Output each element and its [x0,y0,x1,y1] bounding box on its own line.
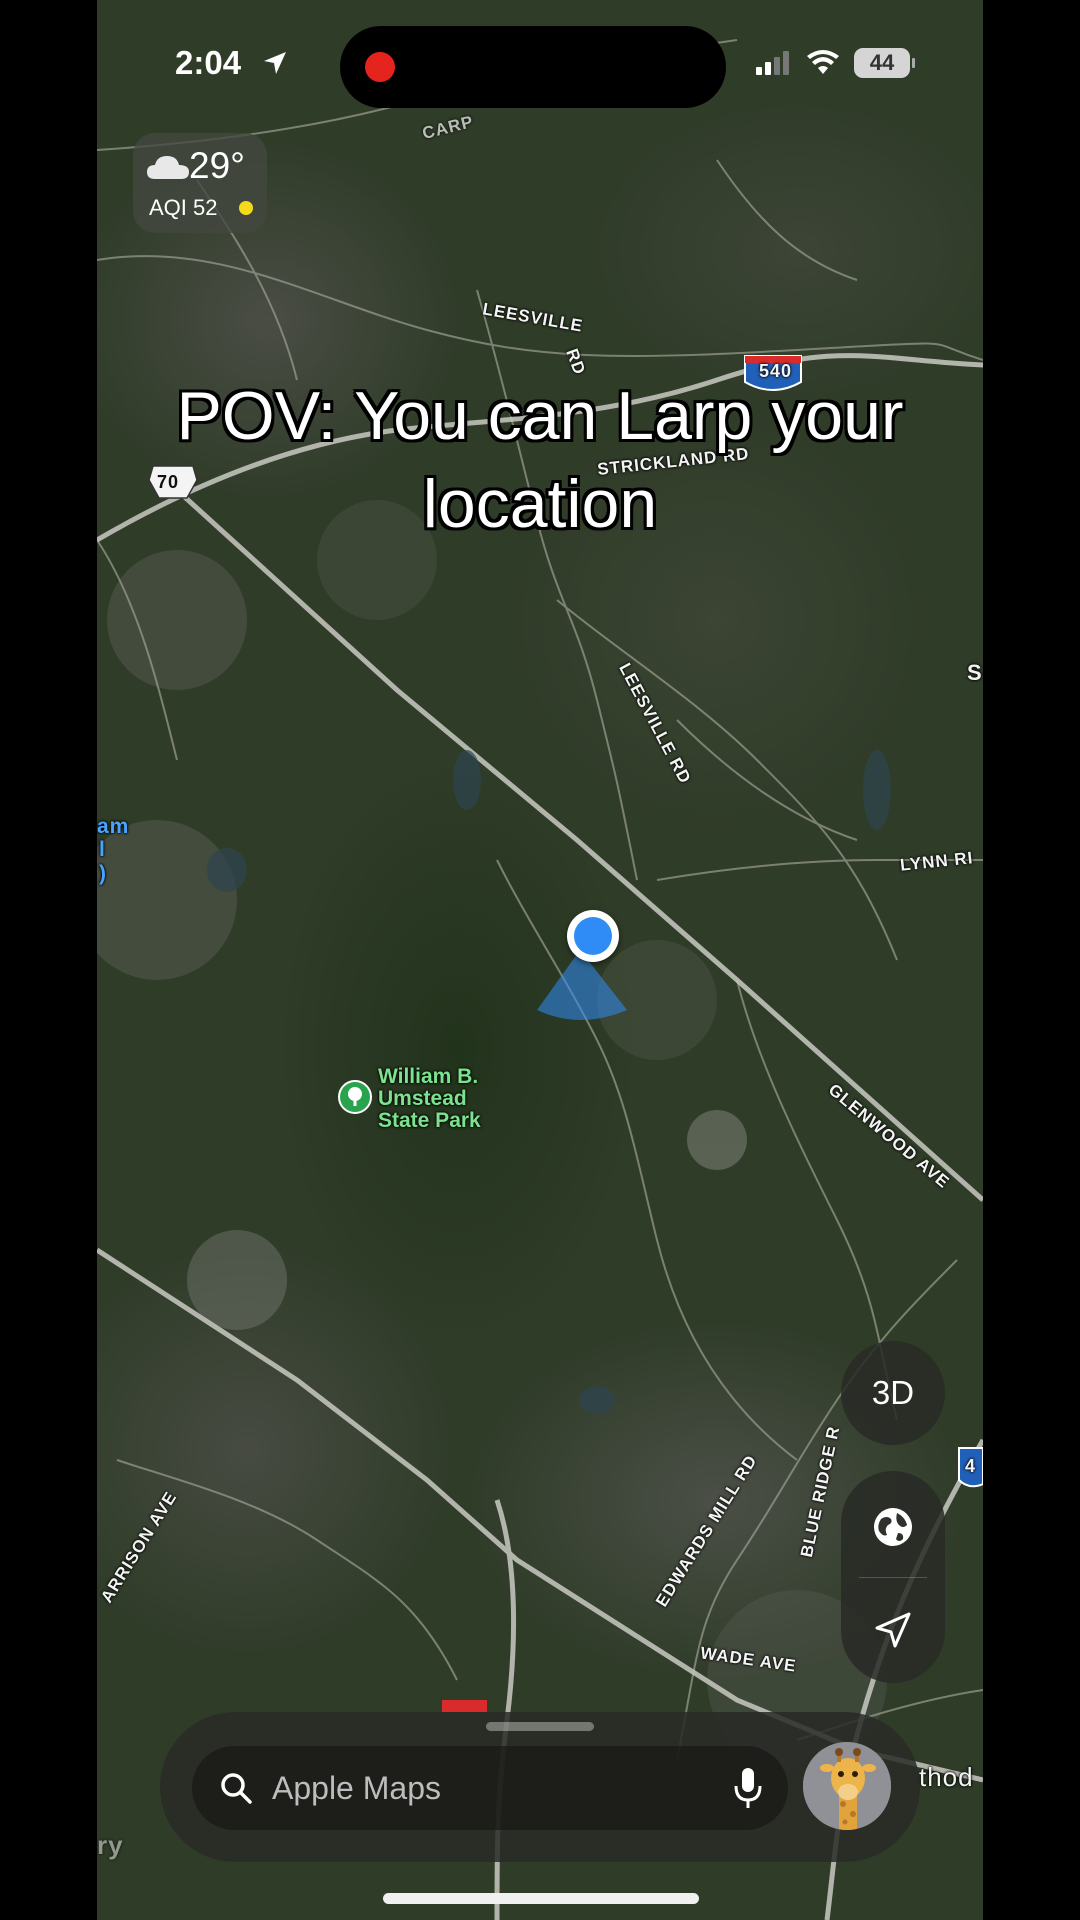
microphone-icon[interactable] [732,1766,764,1810]
search-icon [221,1773,252,1804]
edge-label-paren: ) [99,862,107,885]
edge-label-s: S [967,660,983,685]
air-quality-index: AQI 52 [149,195,218,220]
location-services-icon [264,52,286,74]
edge-label-am: am [97,815,130,838]
letterbox-right [983,0,1080,1920]
poi-label: William B. Umstead State Park [378,1066,481,1132]
weather-widget[interactable]: 29° AQI 52 [133,133,267,233]
dynamic-island[interactable] [340,26,726,108]
cloud-icon [147,156,189,179]
map-controls-group [841,1471,945,1683]
view-3d-button[interactable]: 3D [841,1341,945,1445]
shield-edge-number: 4 [965,1456,977,1476]
giraffe-icon [803,1742,891,1830]
search-sheet[interactable] [160,1712,920,1862]
user-location-dot[interactable] [567,910,619,962]
edge-label-ry: ry [97,1830,124,1860]
user-location-inner [574,917,612,955]
video-caption: POV: You can Larp your location [176,378,904,542]
recording-indicator [365,52,395,82]
cellular-signal-icon [756,51,789,75]
edge-label-thod: thod [919,1762,974,1792]
status-time: 2:04 [175,44,242,81]
edge-label-l: l [99,838,106,861]
search-input[interactable] [272,1764,702,1812]
poi-name-line1: William B. [378,1065,479,1088]
home-indicator[interactable] [383,1893,699,1904]
wifi-icon [807,50,839,74]
letterbox-left [0,0,97,1920]
poi-umstead-state-park[interactable]: William B. Umstead State Park [338,1066,481,1132]
aqi-status-dot [239,201,253,215]
poi-name-line3: State Park [378,1109,481,1132]
weather-temperature: 29° [189,145,245,186]
controls-divider [859,1577,927,1578]
sheet-grabber[interactable] [486,1722,594,1731]
location-arrow-icon[interactable] [871,1608,915,1652]
search-field[interactable] [192,1746,788,1830]
poi-name-line2: Umstead [378,1087,467,1110]
giraffe-avatar[interactable] [803,1742,891,1830]
status-indicators: 44 [756,48,915,78]
battery-indicator: 44 [854,48,915,78]
park-tree-icon [338,1080,372,1114]
globe-icon[interactable] [871,1505,915,1549]
